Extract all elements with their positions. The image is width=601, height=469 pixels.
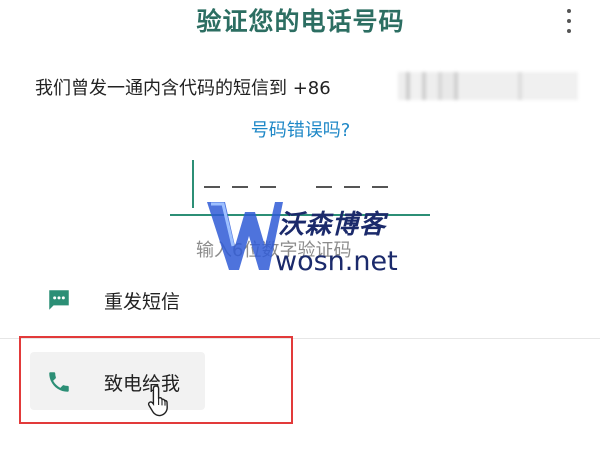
- masked-phone-number: [398, 72, 578, 100]
- resend-sms-label: 重发短信: [104, 290, 181, 313]
- more-vert-icon[interactable]: [560, 6, 578, 36]
- message-icon: [49, 290, 69, 310]
- wrong-number-link[interactable]: 号码错误吗?: [0, 116, 601, 142]
- text-cursor: [192, 160, 194, 208]
- pointer-hand-icon: [147, 385, 168, 417]
- resend-sms-option[interactable]: 重发短信: [0, 272, 600, 328]
- page-title: 验证您的电话号码: [196, 7, 405, 36]
- watermark-logo: [207, 202, 283, 270]
- watermark-url: wosn.net: [275, 246, 398, 277]
- watermark-brand: 沃森博客: [278, 210, 387, 240]
- sms-sent-text: 我们曾发一通内含代码的短信到 +86: [35, 78, 331, 99]
